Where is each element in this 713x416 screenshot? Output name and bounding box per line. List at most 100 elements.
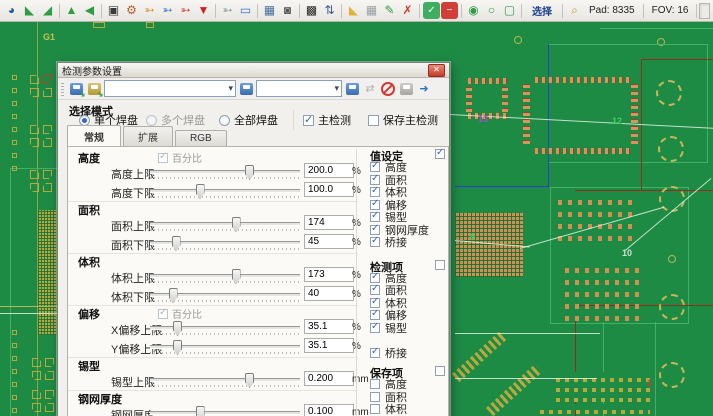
- main-detect-checkbox-control[interactable]: [303, 115, 314, 126]
- param-value-input[interactable]: [304, 371, 354, 386]
- ruler-icon[interactable]: ◣: [345, 2, 362, 19]
- group-checkbox[interactable]: [435, 149, 445, 159]
- item-checkbox[interactable]: [370, 348, 380, 358]
- prev-board-icon[interactable]: ◣: [21, 2, 38, 19]
- camera-icon[interactable]: ◙: [279, 2, 296, 19]
- check-item-桥接[interactable]: 桥接: [361, 236, 448, 249]
- tab-general[interactable]: 常规: [67, 125, 121, 147]
- sort-az-icon[interactable]: ⇅: [321, 2, 338, 19]
- param-value-input[interactable]: [304, 182, 354, 197]
- param-value-input[interactable]: [304, 267, 354, 282]
- param-value-input[interactable]: [304, 163, 354, 178]
- slider-thumb[interactable]: [196, 406, 205, 416]
- item-checkbox[interactable]: [370, 379, 380, 389]
- param-import-icon[interactable]: [86, 81, 102, 97]
- close-icon[interactable]: [428, 64, 445, 77]
- nav-circle-icon[interactable]: ◕: [3, 2, 20, 19]
- item-checkbox[interactable]: [370, 285, 380, 295]
- dialog-toolbar: ⇄ ➜: [58, 78, 449, 100]
- delete-icon[interactable]: ✗: [399, 2, 416, 19]
- confirm-icon[interactable]: ✓: [423, 2, 440, 19]
- cone-icon[interactable]: ◀: [81, 2, 98, 19]
- all-pads-radio[interactable]: 全部焊盘: [219, 112, 278, 128]
- check-item-锡型[interactable]: 锡型: [361, 322, 448, 335]
- toolbar-separator: [101, 4, 102, 18]
- param-slider[interactable]: [150, 345, 300, 354]
- cancel-icon[interactable]: [380, 81, 396, 97]
- pin-grey-icon[interactable]: ➳: [219, 2, 236, 19]
- param-value-input[interactable]: [304, 286, 354, 301]
- single-pad-radio-control[interactable]: [79, 115, 90, 126]
- param-slider[interactable]: [150, 241, 300, 250]
- item-checkbox[interactable]: [370, 212, 380, 222]
- param-value-input[interactable]: [304, 319, 354, 334]
- param-value-input[interactable]: [304, 404, 354, 416]
- param-value-input[interactable]: [304, 338, 354, 353]
- check-item-桥接[interactable]: 桥接: [361, 347, 448, 360]
- item-checkbox[interactable]: [370, 175, 380, 185]
- param-slider[interactable]: [150, 170, 300, 179]
- item-checkbox[interactable]: [370, 298, 380, 308]
- tab-rgb[interactable]: RGB: [175, 130, 227, 146]
- param-slider[interactable]: [150, 411, 300, 416]
- save-icon[interactable]: [398, 81, 414, 97]
- item-checkbox[interactable]: [370, 237, 380, 247]
- group-checkbox[interactable]: [435, 260, 445, 270]
- remove-icon[interactable]: −: [441, 2, 458, 19]
- item-checkbox[interactable]: [370, 323, 380, 333]
- item-checkbox[interactable]: [370, 392, 380, 402]
- param-slider[interactable]: [150, 274, 300, 283]
- exit-icon[interactable]: ➜: [416, 81, 432, 97]
- zoom-icon[interactable]: ⌕: [566, 2, 583, 19]
- item-checkbox[interactable]: [370, 200, 380, 210]
- circle-icon[interactable]: ○: [483, 2, 500, 19]
- marker-icon[interactable]: ▼: [195, 2, 212, 19]
- toolbar-grip[interactable]: [61, 81, 64, 96]
- item-checkbox[interactable]: [370, 310, 380, 320]
- tiles-icon[interactable]: ▩: [303, 2, 320, 19]
- param-value-input[interactable]: [304, 215, 354, 230]
- main-detect-checkbox[interactable]: 主检测: [303, 112, 351, 128]
- item-checkbox[interactable]: [370, 162, 380, 172]
- image-icon[interactable]: ▣: [105, 2, 122, 19]
- param-slider[interactable]: [150, 326, 300, 335]
- item-checkbox[interactable]: [370, 273, 380, 283]
- pcb-via: [12, 343, 17, 348]
- item-checkbox[interactable]: [370, 225, 380, 235]
- pcb-via: [12, 75, 17, 80]
- rect-select-icon[interactable]: ▭: [237, 2, 254, 19]
- pin-blue-icon[interactable]: ➳: [159, 2, 176, 19]
- save-main-detect-checkbox-control[interactable]: [368, 115, 379, 126]
- template-load-icon-2[interactable]: [344, 81, 360, 97]
- template-combo-1[interactable]: [104, 80, 236, 97]
- tools-icon[interactable]: ⚙: [123, 2, 140, 19]
- template-load-icon-1[interactable]: [238, 81, 254, 97]
- group-checkbox[interactable]: [435, 366, 445, 376]
- record-icon[interactable]: ◉: [465, 2, 482, 19]
- pin-red-icon[interactable]: ➳: [177, 2, 194, 19]
- param-slider[interactable]: [150, 378, 300, 387]
- param-slider[interactable]: [150, 189, 300, 198]
- param-value-input[interactable]: [304, 234, 354, 249]
- save-main-detect-checkbox[interactable]: 保存主检测: [368, 112, 438, 128]
- param-slider[interactable]: [150, 293, 300, 302]
- tab-extended[interactable]: 扩展: [123, 126, 173, 146]
- next-board-icon[interactable]: ◢: [39, 2, 56, 19]
- template-combo-2[interactable]: [256, 80, 342, 97]
- spi-application-window: ◕◣◢▲◀▣⚙➳➳➳▼➳▭▦◙▩⇅◣▦✎✗✓−◉○▢选择⌕Pad: 8335FO…: [0, 0, 713, 416]
- grid-icon[interactable]: ▦: [363, 2, 380, 19]
- all-pads-radio-control[interactable]: [219, 115, 230, 126]
- pcb-via: [12, 127, 17, 132]
- stop-icon[interactable]: ▢: [501, 2, 518, 19]
- table-icon[interactable]: ▦: [261, 2, 278, 19]
- flag-icon[interactable]: ▲: [63, 2, 80, 19]
- item-checkbox[interactable]: [370, 404, 380, 414]
- item-checkbox[interactable]: [370, 187, 380, 197]
- param-slider[interactable]: [150, 222, 300, 231]
- pin-orange-icon[interactable]: ➳: [141, 2, 158, 19]
- dialog-titlebar[interactable]: 检测参数设置: [58, 63, 449, 78]
- measure-icon[interactable]: ✎: [381, 2, 398, 19]
- pcb-outline-line: [655, 322, 656, 416]
- param-open-icon[interactable]: [68, 81, 84, 97]
- select-mode-button[interactable]: 选择: [525, 3, 559, 18]
